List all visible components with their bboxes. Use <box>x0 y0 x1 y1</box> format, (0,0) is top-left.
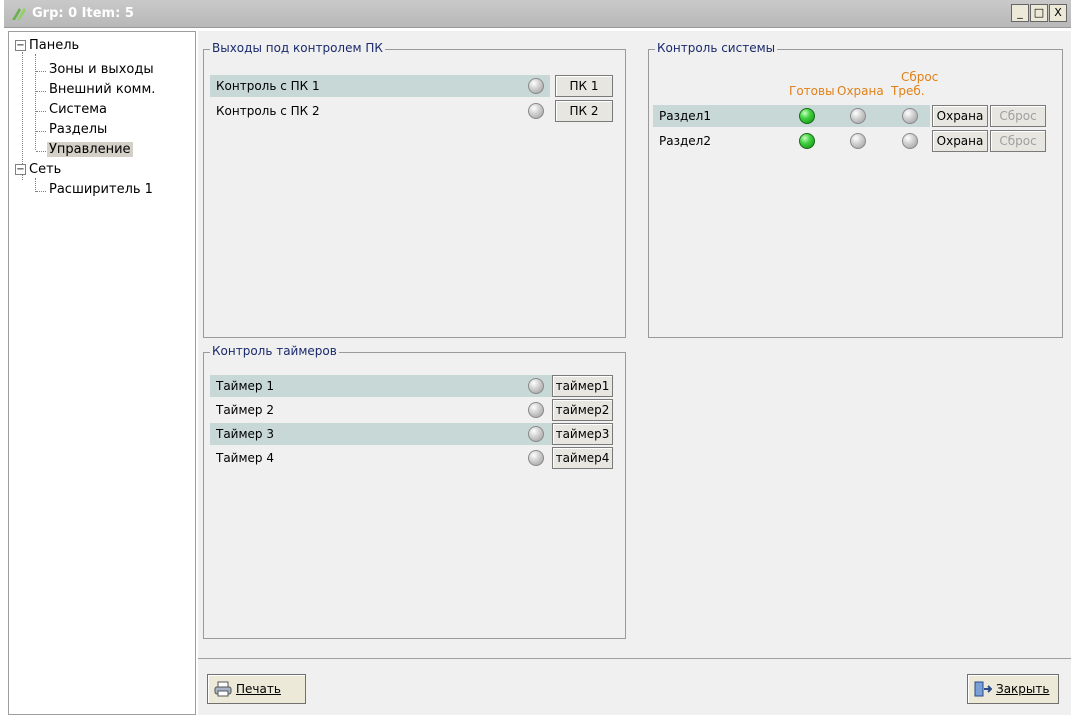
collapse-icon[interactable]: − <box>15 164 26 175</box>
partition-row: Раздел1 <box>653 105 930 127</box>
arm-button[interactable]: Охрана <box>932 130 988 152</box>
ready-led-icon <box>799 108 815 124</box>
close-button[interactable]: Закрыть <box>967 674 1059 704</box>
pc-outputs-group: Выходы под контролем ПК Контроль с ПК 1 … <box>203 41 626 338</box>
timer-row: Таймер 2 <box>210 399 552 421</box>
timer2-button[interactable]: таймер2 <box>552 399 613 421</box>
window-title: Grp: 0 Item: 5 <box>32 6 134 21</box>
row-label: Таймер 4 <box>216 451 274 465</box>
close-window-button[interactable]: X <box>1049 4 1067 22</box>
guard-led-icon <box>850 108 866 124</box>
row-label: Таймер 1 <box>216 379 274 393</box>
system-control-group: Контроль системы Готовы Охрана Сброс Тре… <box>648 41 1063 338</box>
timer-led-icon <box>528 378 544 394</box>
navigation-tree: − Панель Зоны и выходы Внешний комм. Сист… <box>8 31 196 715</box>
column-header-reset: Сброс <box>901 70 939 84</box>
group-title: Контроль системы <box>655 41 778 55</box>
tree-item-system[interactable]: Система <box>49 102 107 117</box>
partition-row: Раздел2 <box>653 130 930 152</box>
tree-node-network[interactable]: − Сеть <box>15 162 61 177</box>
tree-item-zones[interactable]: Зоны и выходы <box>49 62 154 77</box>
status-led-icon <box>528 103 544 119</box>
minimize-button[interactable]: _ <box>1011 4 1029 22</box>
timer-row: Таймер 1 <box>210 375 552 397</box>
tree-item-external[interactable]: Внешний комм. <box>49 82 155 97</box>
reset-button[interactable]: Сброс <box>990 130 1046 152</box>
tree-node-panel[interactable]: − Панель <box>15 38 79 53</box>
tree-node-label: Сеть <box>29 162 62 177</box>
row-label: Таймер 3 <box>216 427 274 441</box>
status-led-icon <box>528 78 544 94</box>
timer-led-icon <box>528 402 544 418</box>
column-header-required: Треб. <box>891 84 925 98</box>
print-label: Печать <box>236 682 281 696</box>
pc2-button[interactable]: ПК 2 <box>555 100 613 122</box>
collapse-icon[interactable]: − <box>15 40 26 51</box>
exit-door-icon <box>974 681 992 697</box>
timer-row: Таймер 3 <box>210 423 552 445</box>
pc-output-row: Контроль с ПК 2 <box>210 100 550 122</box>
reset-led-icon <box>902 133 918 149</box>
print-button[interactable]: Печать <box>207 674 306 704</box>
pc1-button[interactable]: ПК 1 <box>555 75 613 97</box>
row-label: Контроль с ПК 1 <box>216 79 320 93</box>
guard-led-icon <box>850 133 866 149</box>
tree-item-partitions[interactable]: Разделы <box>49 122 107 137</box>
reset-led-icon <box>902 108 918 124</box>
timer-led-icon <box>528 426 544 442</box>
group-title: Контроль таймеров <box>210 344 339 358</box>
main-panel: Выходы под контролем ПК Контроль с ПК 1 … <box>198 31 1071 715</box>
row-label: Раздел2 <box>659 134 711 148</box>
app-logo-icon <box>12 8 26 20</box>
footer-divider <box>198 658 1071 659</box>
title-bar: Grp: 0 Item: 5 _ □ X <box>4 0 1071 28</box>
timer4-button[interactable]: таймер4 <box>552 447 613 469</box>
tree-item-control[interactable]: Управление <box>47 142 133 157</box>
timer1-button[interactable]: таймер1 <box>552 375 613 397</box>
close-label: Закрыть <box>996 682 1050 696</box>
column-header-ready: Готовы <box>789 84 835 98</box>
tree-item-expander[interactable]: Расширитель 1 <box>49 182 153 197</box>
arm-button[interactable]: Охрана <box>932 105 988 127</box>
maximize-button[interactable]: □ <box>1030 4 1048 22</box>
reset-button[interactable]: Сброс <box>990 105 1046 127</box>
row-label: Контроль с ПК 2 <box>216 104 320 118</box>
printer-icon <box>214 681 232 697</box>
timer-led-icon <box>528 450 544 466</box>
pc-output-row: Контроль с ПК 1 <box>210 75 550 97</box>
group-title: Выходы под контролем ПК <box>210 41 385 55</box>
timers-group: Контроль таймеров Таймер 1 таймер1 Тайме… <box>203 344 626 639</box>
timer-row: Таймер 4 <box>210 447 552 469</box>
ready-led-icon <box>799 133 815 149</box>
row-label: Таймер 2 <box>216 403 274 417</box>
column-header-guard: Охрана <box>837 84 884 98</box>
tree-node-label: Панель <box>29 38 80 53</box>
row-label: Раздел1 <box>659 109 711 123</box>
timer3-button[interactable]: таймер3 <box>552 423 613 445</box>
